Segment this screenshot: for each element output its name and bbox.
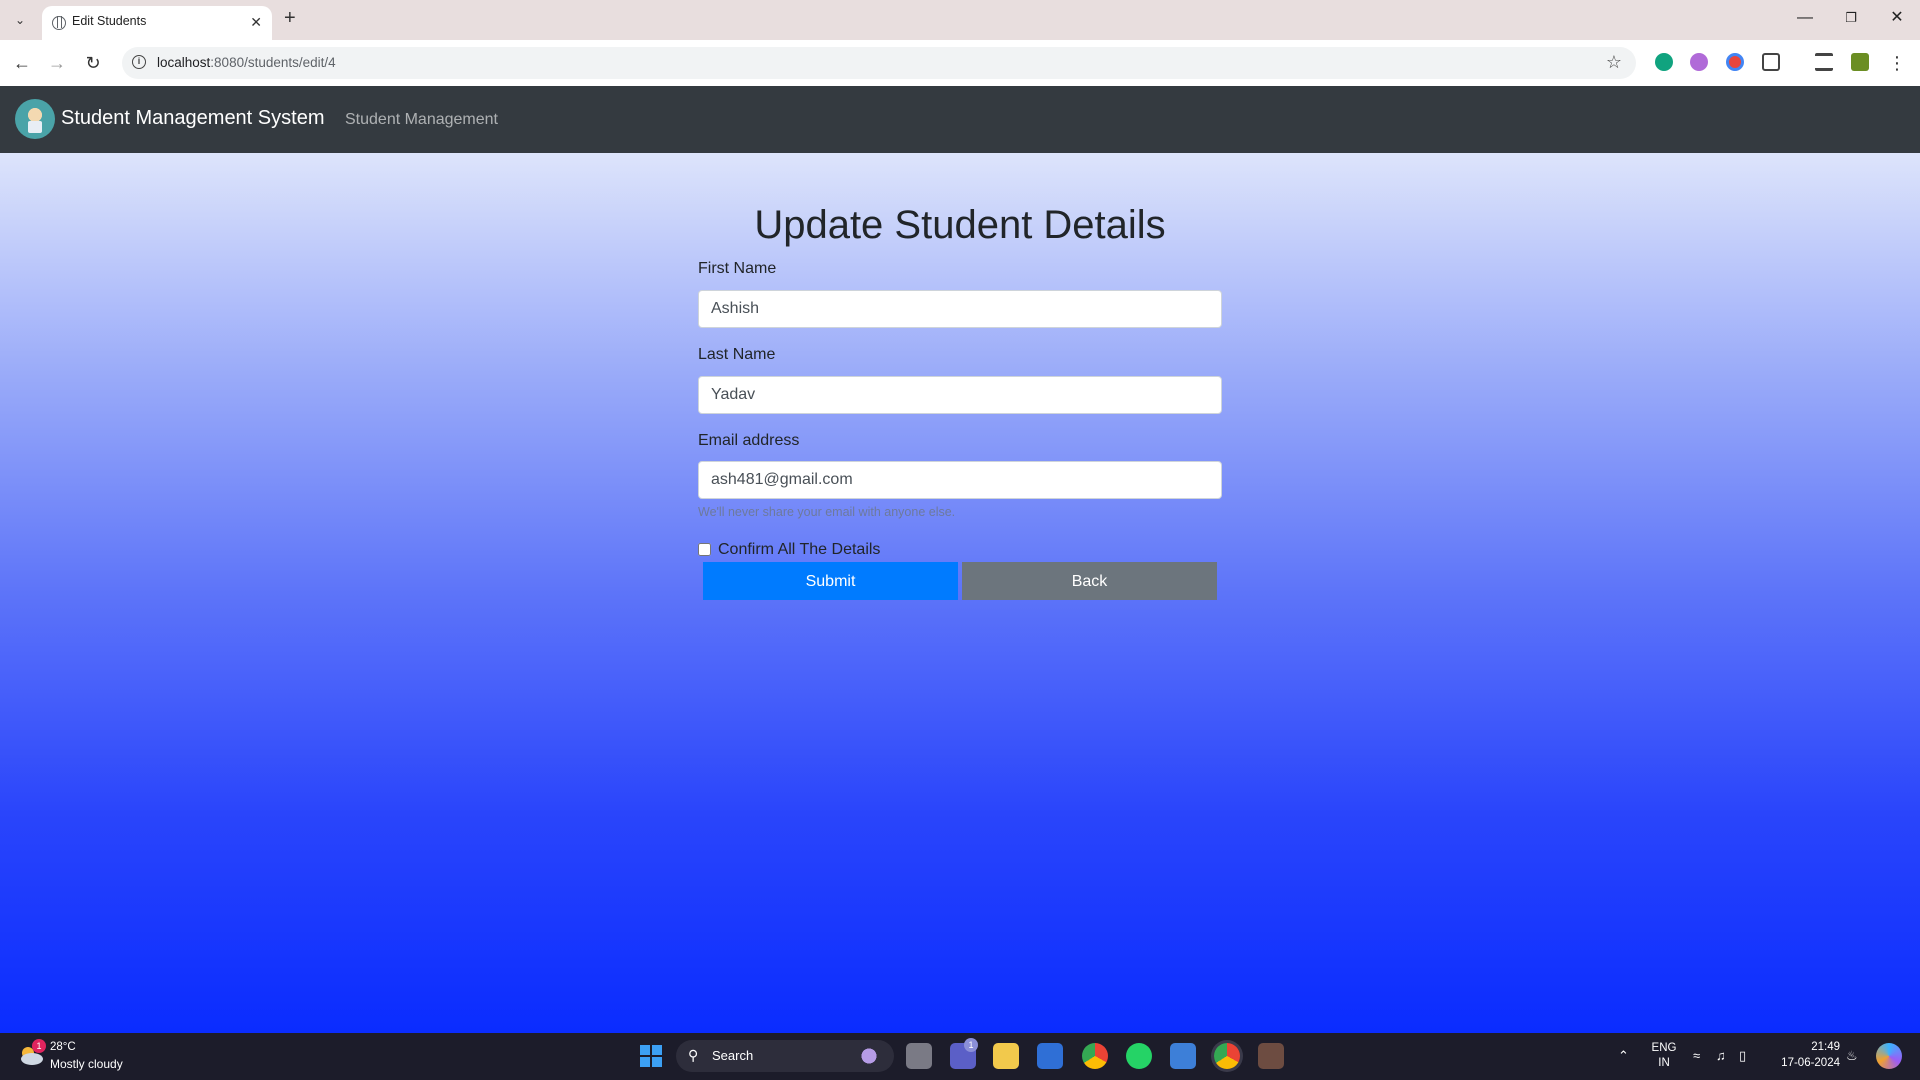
lang-top[interactable]: ENG: [1650, 1042, 1678, 1054]
restore-icon[interactable]: ❐: [1836, 8, 1866, 28]
page-title: Update Student Details: [754, 203, 1166, 247]
nav-link-student-management[interactable]: Student Management: [345, 111, 498, 129]
address-bar[interactable]: i localhost:8080/students/edit/4 ☆: [122, 47, 1636, 79]
windows-start-icon[interactable]: [640, 1045, 662, 1067]
lang-bottom[interactable]: IN: [1650, 1057, 1678, 1069]
battery-icon[interactable]: ▯: [1739, 1048, 1746, 1064]
site-info-icon[interactable]: i: [132, 55, 146, 69]
weather-badge: 1: [32, 1039, 46, 1053]
file-explorer-icon[interactable]: [993, 1043, 1019, 1069]
browser-tabbar: ⌄ Edit Students ✕ + — ❐ ✕: [0, 0, 1920, 40]
browser-toolbar: ← → ↻ i localhost:8080/students/edit/4 ☆…: [0, 40, 1920, 86]
windows-taskbar: 1 28°C Mostly cloudy ⚲ Search 1 ⌃ ENG IN…: [0, 1033, 1920, 1080]
tab-list-icon[interactable]: ⌄: [10, 10, 30, 30]
volume-icon[interactable]: ♫: [1716, 1048, 1726, 1063]
brand-title[interactable]: Student Management System: [61, 107, 324, 130]
forward-icon[interactable]: →: [46, 52, 68, 74]
whatsapp-icon[interactable]: [1126, 1043, 1152, 1069]
weather-description[interactable]: Mostly cloudy: [50, 1057, 123, 1071]
tab-title: Edit Students: [72, 14, 147, 28]
wifi-icon[interactable]: ≈: [1693, 1048, 1700, 1063]
chrome-icon[interactable]: [1082, 1043, 1108, 1069]
copilot-icon[interactable]: [1876, 1043, 1902, 1069]
clock-date[interactable]: 17-06-2024: [1770, 1057, 1840, 1069]
reload-icon[interactable]: ↻: [82, 52, 104, 74]
last-name-label: Last Name: [698, 346, 776, 363]
confirm-label[interactable]: Confirm All The Details: [718, 541, 880, 559]
app-icon[interactable]: [1258, 1043, 1284, 1069]
browser-tab[interactable]: Edit Students ✕: [42, 6, 272, 40]
last-name-input[interactable]: [698, 376, 1222, 414]
teams-badge: 1: [964, 1038, 978, 1052]
email-input[interactable]: [698, 461, 1222, 499]
url-text[interactable]: localhost:8080/students/edit/4: [157, 55, 336, 70]
clock-time[interactable]: 21:49: [1770, 1041, 1840, 1053]
page-content: Update Student Details First Name Last N…: [0, 153, 1920, 1033]
confirm-checkbox[interactable]: [698, 543, 711, 556]
puzzle-icon[interactable]: [1762, 53, 1780, 71]
store-icon[interactable]: [1037, 1043, 1063, 1069]
search-highlight-icon: [854, 1045, 884, 1067]
back-button[interactable]: Back: [962, 562, 1217, 600]
first-name-input[interactable]: [698, 290, 1222, 328]
plus-icon[interactable]: +: [284, 8, 296, 28]
star-icon[interactable]: ☆: [1606, 52, 1622, 73]
back-icon[interactable]: ←: [11, 52, 33, 74]
chrome-active-icon[interactable]: [1214, 1043, 1240, 1069]
extension-icon[interactable]: [1690, 53, 1708, 71]
url-path: :8080/students/edit/4: [210, 55, 336, 70]
notepad-icon[interactable]: [1170, 1043, 1196, 1069]
task-view-icon[interactable]: [906, 1043, 932, 1069]
app-navbar: Student Management System Student Manage…: [0, 86, 1920, 153]
profile-avatar[interactable]: [1851, 53, 1869, 71]
email-help-text: We'll never share your email with anyone…: [698, 505, 956, 519]
search-icon: ⚲: [688, 1047, 699, 1063]
url-host: localhost: [157, 55, 211, 70]
minimize-icon[interactable]: —: [1790, 8, 1820, 28]
email-label: Email address: [698, 432, 800, 449]
extension-icon[interactable]: [1726, 53, 1744, 71]
first-name-label: First Name: [698, 260, 777, 277]
chatgpt-extension-icon[interactable]: [1655, 53, 1673, 71]
media-icon[interactable]: [1815, 53, 1833, 71]
submit-button[interactable]: Submit: [703, 562, 958, 600]
globe-favicon-icon: [52, 16, 66, 30]
close-window-icon[interactable]: ✕: [1882, 8, 1912, 28]
chevron-up-icon[interactable]: ⌃: [1618, 1048, 1629, 1064]
taskbar-search-label: Search: [712, 1048, 754, 1063]
bell-icon[interactable]: ♨: [1846, 1048, 1858, 1064]
menu-icon[interactable]: ⋮: [1886, 52, 1908, 74]
taskbar-search[interactable]: ⚲ Search: [676, 1040, 894, 1072]
close-icon[interactable]: ✕: [250, 13, 262, 31]
weather-temperature[interactable]: 28°C: [50, 1041, 76, 1053]
brand-logo[interactable]: [15, 99, 55, 139]
